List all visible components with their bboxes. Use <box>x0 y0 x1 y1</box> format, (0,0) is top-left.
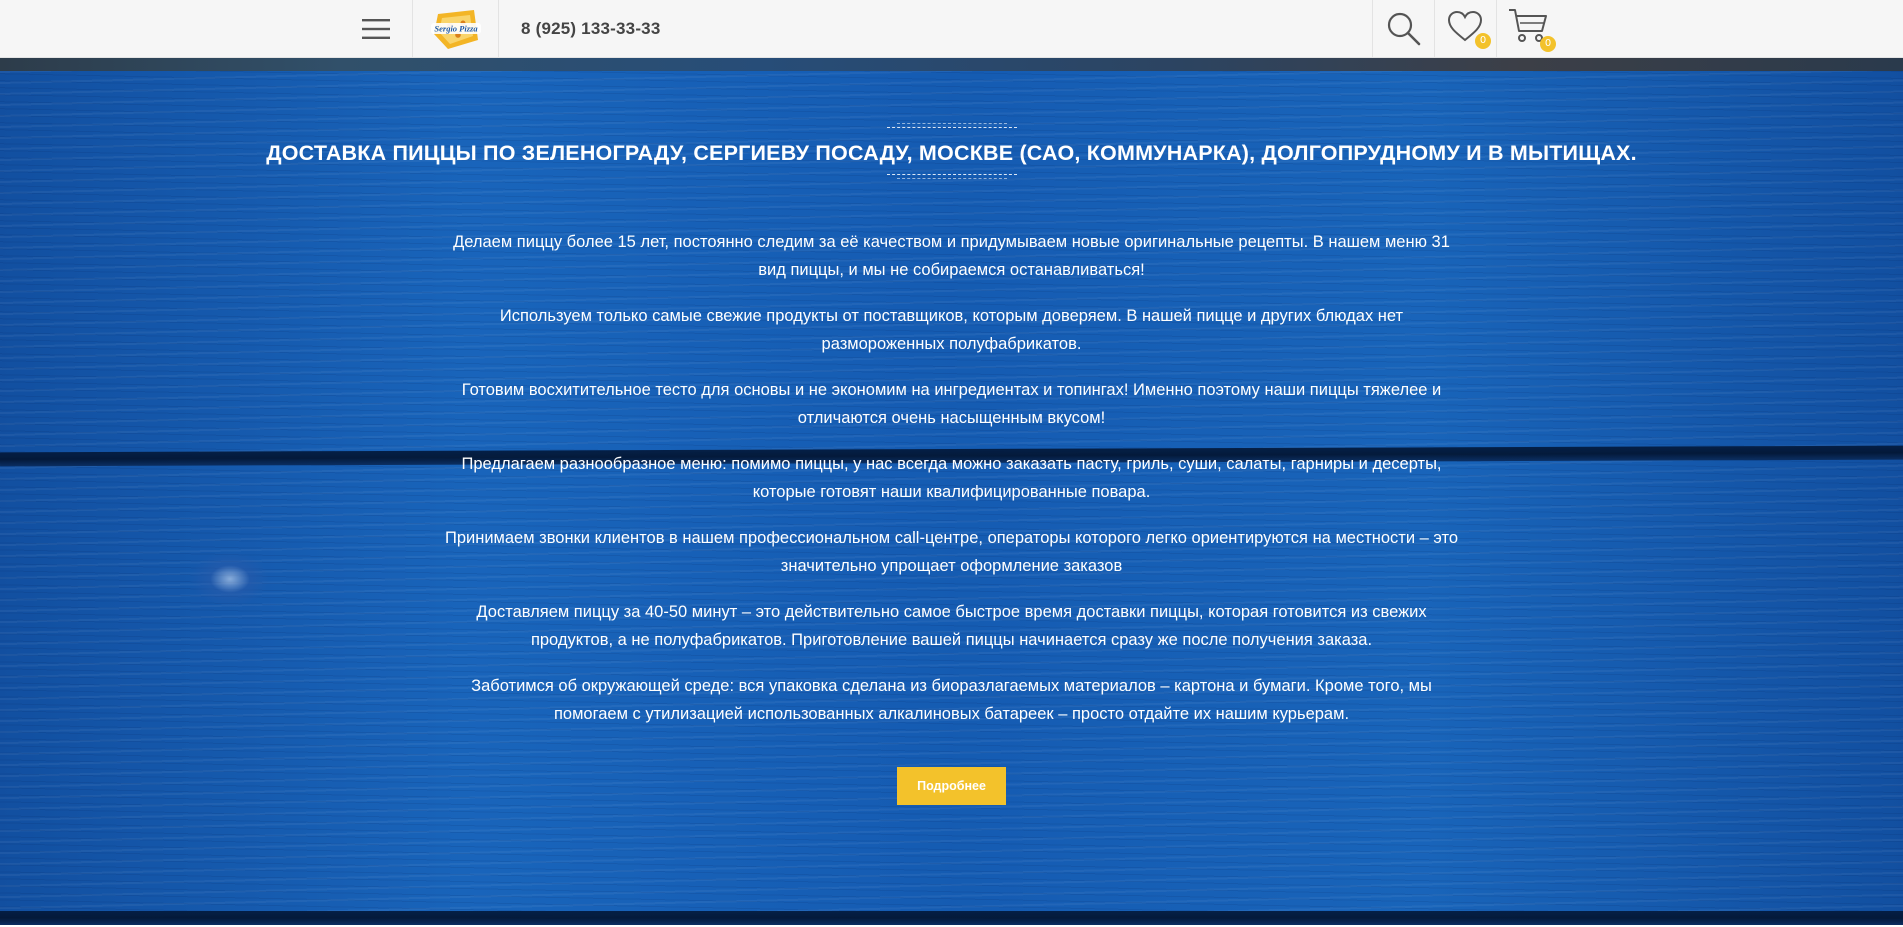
paragraph: Готовим восхитительное тесто для основы … <box>461 381 1442 427</box>
wishlist-button[interactable]: 0 <box>1434 0 1497 57</box>
paragraph: Предлагаем разнообразное меню: помимо пи… <box>461 455 1442 501</box>
cart-button[interactable]: 0 <box>1497 0 1559 57</box>
hero-content: ДОСТАВКА ПИЦЦЫ ПО ЗЕЛЕНОГРАДУ, СЕРГИЕВУ … <box>0 71 1903 925</box>
paragraph: Заботимся об окружающей среде: вся упако… <box>471 677 1432 723</box>
menu-button[interactable] <box>340 0 413 57</box>
wishlist-count-badge: 0 <box>1475 33 1491 49</box>
logo-image: Sergio Pizza <box>430 9 481 49</box>
paragraph: Принимаем звонки клиентов в нашем профес… <box>444 529 1459 575</box>
site-header: Sergio Pizza 8 (925) 133-33-33 0 0 <box>0 0 1903 58</box>
paragraph: Используем только самые свежие продукты … <box>499 307 1404 353</box>
cart-count-badge: 0 <box>1540 36 1556 52</box>
title-ornament-bottom <box>887 174 1017 184</box>
logo[interactable]: Sergio Pizza <box>413 0 499 57</box>
search-icon <box>1387 12 1420 45</box>
hero-title: ДОСТАВКА ПИЦЦЫ ПО ЗЕЛЕНОГРАДУ, СЕРГИЕВУ … <box>266 141 1637 165</box>
more-button[interactable]: Подробнее <box>897 767 1006 805</box>
search-button[interactable] <box>1372 0 1435 57</box>
header-photo-strip <box>0 57 1903 71</box>
hero-text: Делаем пиццу более 15 лет, постоянно сле… <box>440 229 1463 747</box>
paragraph: Делаем пиццу более 15 лет, постоянно сле… <box>453 233 1450 279</box>
hero-section: ДОСТАВКА ПИЦЦЫ ПО ЗЕЛЕНОГРАДУ, СЕРГИЕВУ … <box>0 71 1903 925</box>
phone-number[interactable]: 8 (925) 133-33-33 <box>521 0 661 57</box>
menu-icon <box>362 18 390 39</box>
title-ornament-top <box>887 123 1017 133</box>
paragraph: Доставляем пиццу за 40-50 минут – это де… <box>476 603 1427 649</box>
logo-text: Sergio Pizza <box>434 23 478 33</box>
